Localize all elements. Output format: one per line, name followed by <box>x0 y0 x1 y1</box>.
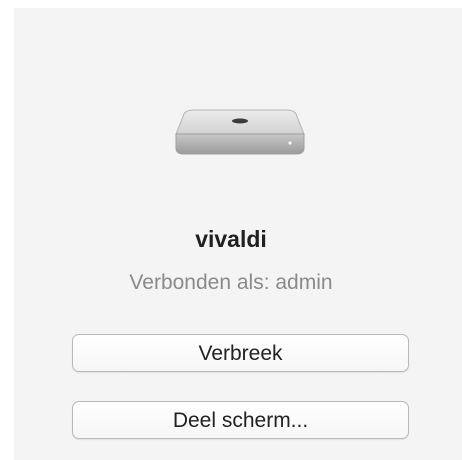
device-name: vivaldi <box>195 226 267 252</box>
connection-status: Verbonden als: admin <box>129 271 333 294</box>
disconnect-button[interactable]: Verbreek <box>72 334 409 372</box>
share-screen-button[interactable]: Deel scherm... <box>72 401 409 439</box>
mac-mini-icon <box>174 108 306 158</box>
